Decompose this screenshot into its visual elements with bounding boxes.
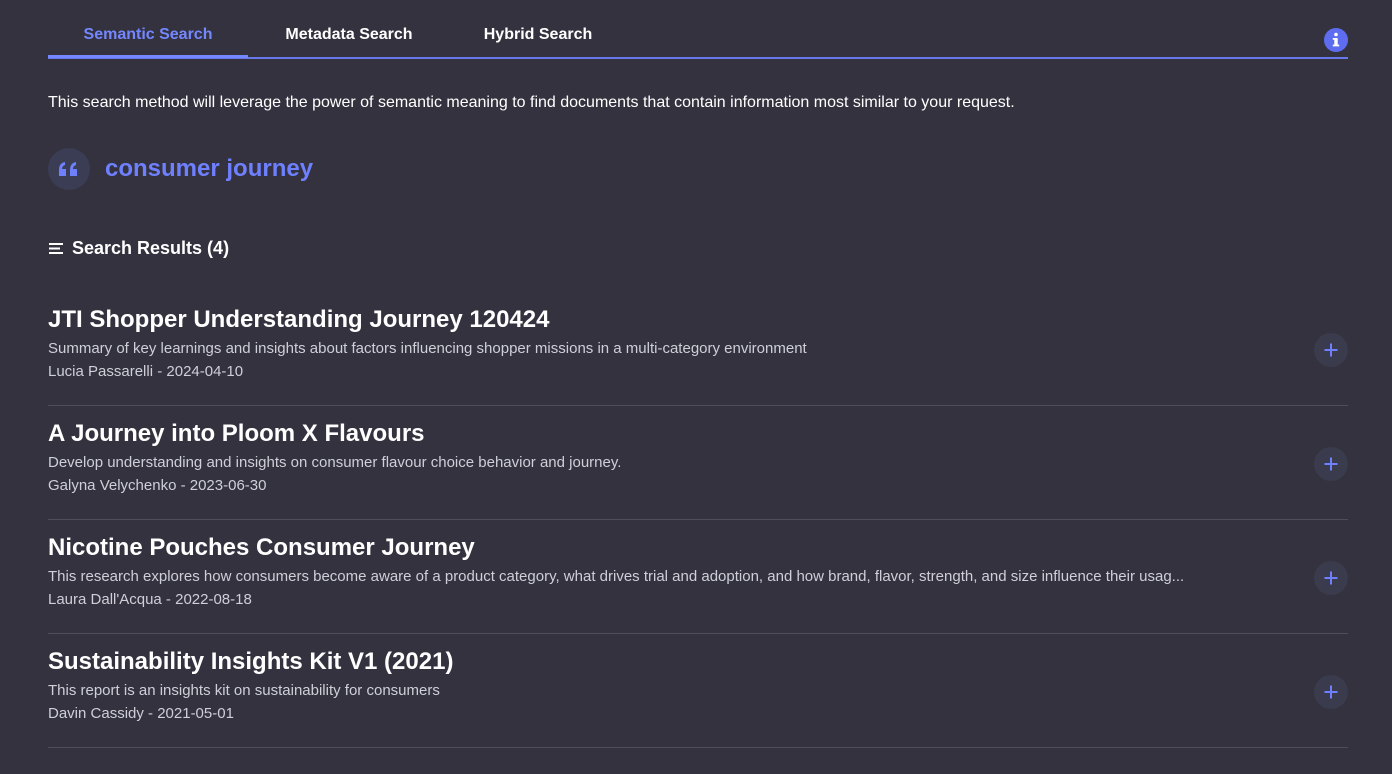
plus-icon [1324,685,1338,699]
result-item[interactable]: JTI Shopper Understanding Journey 120424… [48,292,1348,406]
result-item[interactable]: A Journey into Ploom X Flavours Develop … [48,406,1348,520]
result-meta: Galyna Velychenko - 2023-06-30 [48,477,267,494]
search-query: consumer journey [48,147,313,191]
result-title[interactable]: Nicotine Pouches Consumer Journey [48,534,475,562]
result-item[interactable]: Sustainability Insights Kit V1 (2021) Th… [48,634,1348,748]
search-tabs: Semantic Search Metadata Search Hybrid S… [48,16,1348,59]
result-item[interactable]: Nicotine Pouches Consumer Journey This r… [48,520,1348,634]
results-count-label: Search Results (4) [72,237,230,258]
info-icon[interactable] [1324,28,1348,52]
results-header: Search Results (4) [48,236,229,260]
add-result-button[interactable] [1314,447,1348,481]
quote-icon [48,148,90,190]
result-meta: Davin Cassidy - 2021-05-01 [48,705,234,722]
query-text: consumer journey [105,155,314,182]
result-summary: Summary of key learnings and insights ab… [48,340,807,357]
tab-semantic-search[interactable]: Semantic Search [48,26,248,58]
semantic-search-page: Semantic Search Metadata Search Hybrid S… [0,0,1392,774]
plus-icon [1324,343,1338,357]
tab-metadata-search[interactable]: Metadata Search [264,26,434,57]
add-result-button[interactable] [1314,561,1348,595]
plus-icon [1324,571,1338,585]
add-result-button[interactable] [1314,675,1348,709]
result-title[interactable]: JTI Shopper Understanding Journey 120424 [48,306,549,334]
tab-hybrid-search[interactable]: Hybrid Search [458,26,618,57]
result-meta: Lucia Passarelli - 2024-04-10 [48,363,244,380]
list-icon [48,241,64,255]
search-method-description: This search method will leverage the pow… [48,94,1015,111]
result-summary: This research explores how consumers bec… [48,568,1185,585]
result-title[interactable]: Sustainability Insights Kit V1 (2021) [48,648,453,676]
result-summary: This report is an insights kit on sustai… [48,682,440,699]
result-title[interactable]: A Journey into Ploom X Flavours [48,420,425,448]
add-result-button[interactable] [1314,333,1348,367]
plus-icon [1324,457,1338,471]
result-summary: Develop understanding and insights on co… [48,454,622,471]
result-meta: Laura Dall'Acqua - 2022-08-18 [48,591,252,608]
